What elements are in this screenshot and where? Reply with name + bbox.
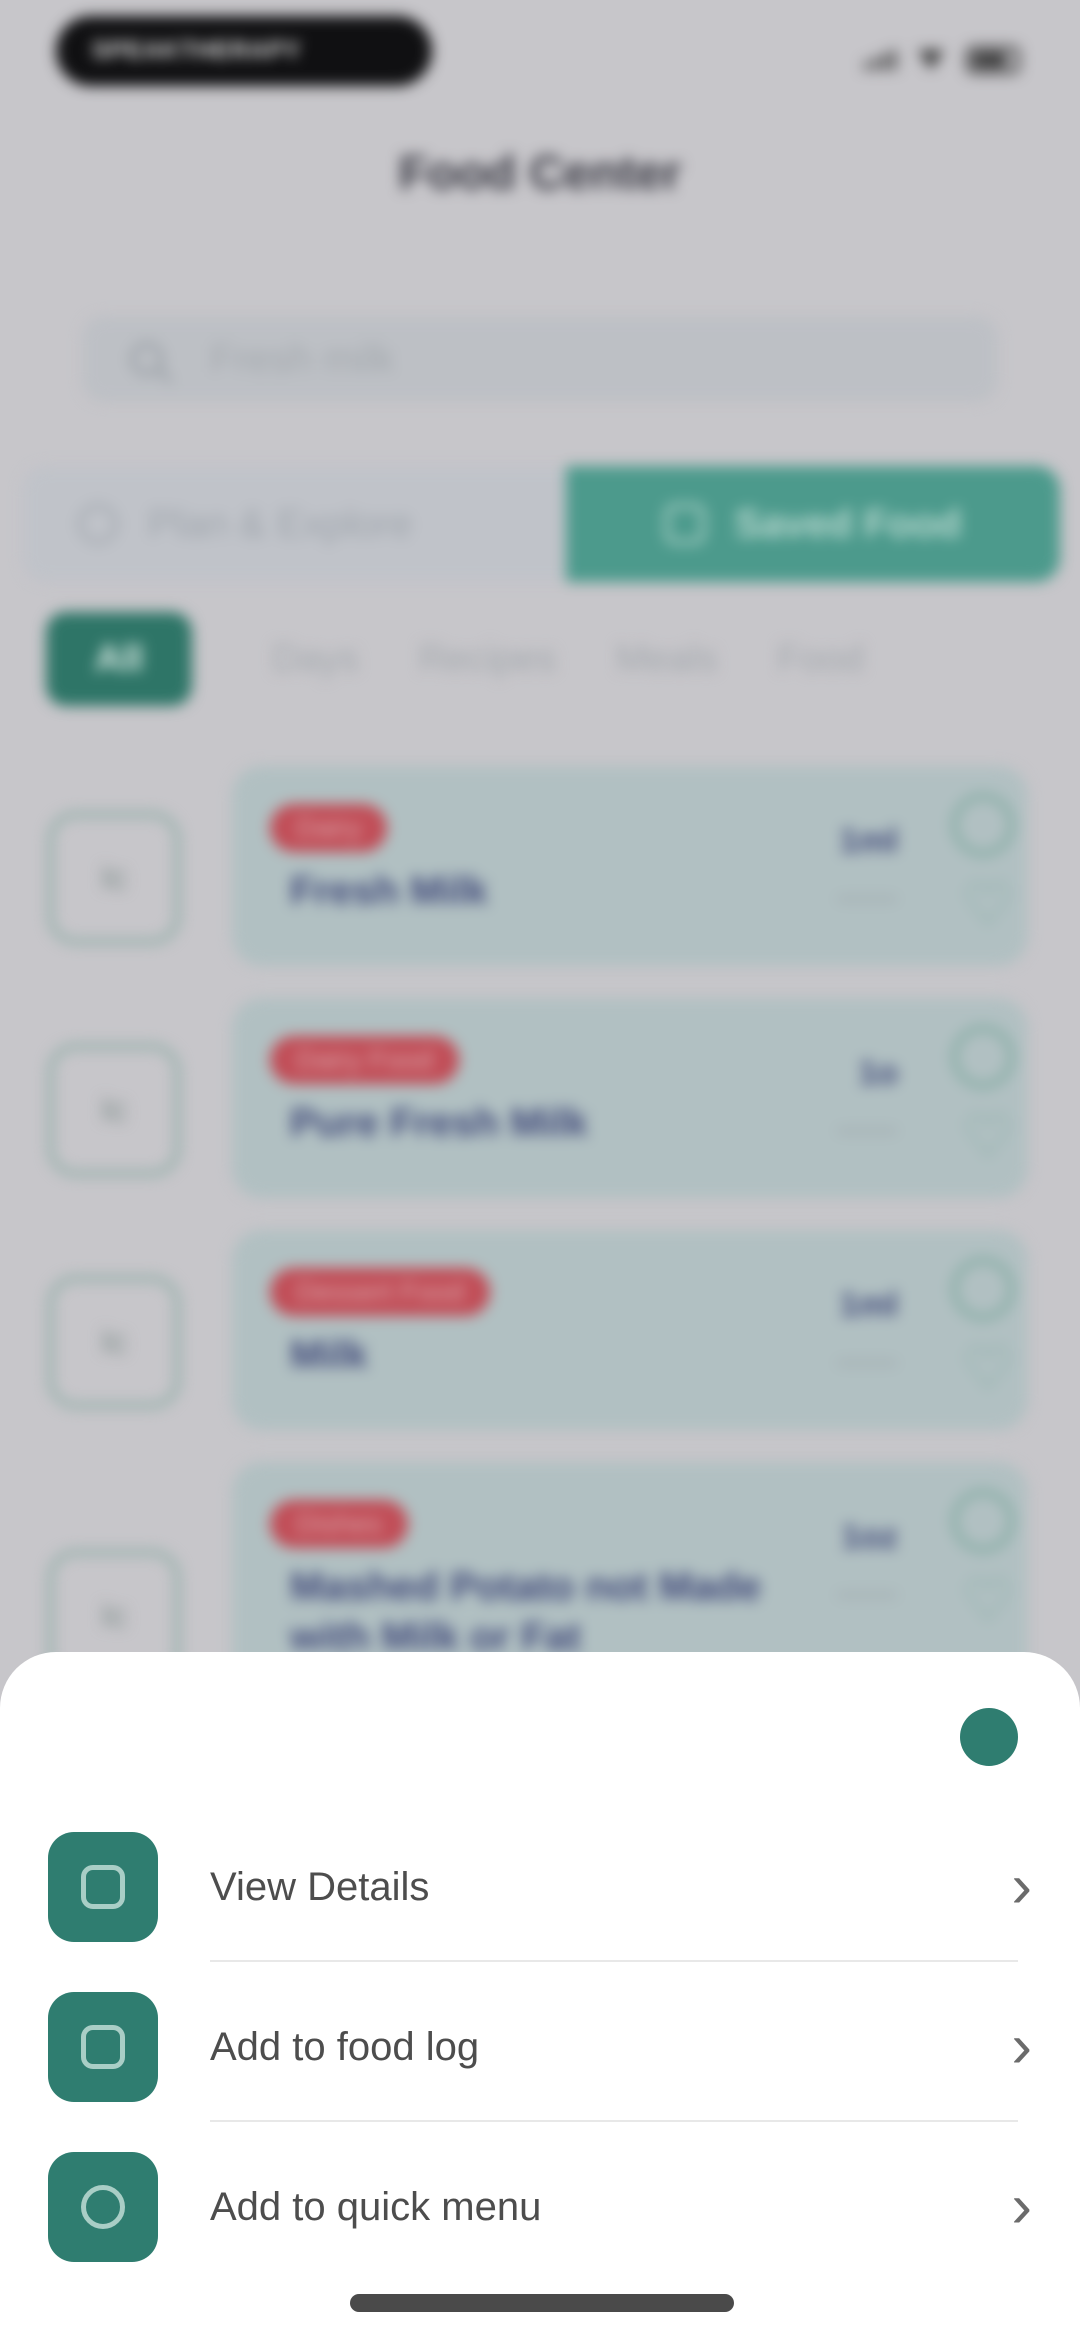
home-indicator[interactable] — [350, 2294, 734, 2312]
food-thumbnail: Ic — [48, 812, 180, 944]
battery-icon — [966, 46, 1020, 74]
tab-saved-food-label: Saved Food — [734, 501, 962, 546]
food-name: Milk — [290, 1333, 368, 1377]
filter-chips: All Days Recipes Meals Food — [46, 612, 924, 706]
details-icon — [48, 1832, 158, 1942]
tab-plan-explore[interactable]: Plan & Explore — [22, 466, 582, 582]
filter-chip-all[interactable]: All — [46, 612, 192, 706]
category-tag: Dishes — [270, 1500, 408, 1548]
chevron-right-icon: › — [1011, 2172, 1032, 2241]
filter-chip-food[interactable]: Food — [777, 612, 864, 706]
heart-icon[interactable]: ♡ — [962, 1108, 1014, 1166]
page-title: Food Center — [398, 147, 682, 200]
food-quantity: 1oz — [841, 1518, 898, 1556]
food-log-icon — [48, 1992, 158, 2102]
chevron-right-icon: › — [1011, 1852, 1032, 1921]
add-icon[interactable] — [952, 1026, 1014, 1088]
tab-plan-explore-label: Plan & Explore — [148, 501, 413, 546]
island-text: SPEAKTHERAPY — [92, 37, 302, 64]
food-quantity: 1o — [858, 1054, 898, 1092]
search-input[interactable]: Fresh milk — [82, 316, 998, 402]
chevron-right-icon: › — [1011, 2012, 1032, 2081]
filter-chip-recipes[interactable]: Recipes — [419, 612, 556, 706]
heart-icon[interactable]: ♡ — [962, 1340, 1014, 1398]
dynamic-island: SPEAKTHERAPY — [56, 16, 432, 86]
food-quantity: 1ml — [839, 1286, 898, 1324]
category-tag: Dairy — [270, 804, 388, 852]
category-tag: Dairy Food — [270, 1036, 459, 1084]
signal-icon — [864, 50, 896, 70]
food-name: Mashed Potato not Made with Milk or Fat — [290, 1565, 762, 1659]
wifi-icon — [918, 50, 944, 70]
divider — [836, 1592, 898, 1598]
add-food-log-item[interactable]: Add to food log › — [0, 1972, 1080, 2122]
add-icon[interactable] — [952, 794, 1014, 856]
explore-icon — [78, 504, 118, 544]
food-card[interactable]: Dairy Food Pure Fresh Milk 1o ♡ — [232, 998, 1028, 1198]
close-icon[interactable] — [960, 1708, 1018, 1766]
tab-saved-food[interactable]: Saved Food — [566, 466, 1060, 582]
food-thumbnail: Ic — [48, 1044, 180, 1176]
food-quantity: 1ml — [839, 822, 898, 860]
divider — [836, 896, 898, 902]
quick-menu-icon — [48, 2152, 158, 2262]
food-thumbnail: Ic — [48, 1276, 180, 1408]
menu-item-label: Add to food log — [210, 2024, 480, 2069]
action-sheet: View Details › Add to food log › Add to … — [0, 1652, 1080, 2336]
add-icon[interactable] — [952, 1490, 1014, 1552]
status-icons — [864, 46, 1020, 74]
divider — [836, 1360, 898, 1366]
divider — [210, 2120, 1018, 2122]
food-name: Pure Fresh Milk — [290, 1101, 588, 1145]
search-icon — [130, 342, 164, 376]
view-details-item[interactable]: View Details › — [0, 1812, 1080, 1962]
add-quick-menu-item[interactable]: Add to quick menu › — [0, 2132, 1080, 2282]
heart-icon[interactable]: ♡ — [962, 876, 1014, 934]
divider — [836, 1128, 898, 1134]
heart-icon[interactable]: ♡ — [962, 1572, 1014, 1630]
filter-chip-meals[interactable]: Meals — [616, 612, 717, 706]
food-card[interactable]: Dessert Food Milk 1ml ♡ — [232, 1230, 1028, 1430]
food-name: Fresh Milk — [290, 869, 488, 913]
divider — [210, 1960, 1018, 1962]
menu-item-label: Add to quick menu — [210, 2184, 542, 2229]
search-placeholder: Fresh milk — [210, 336, 395, 381]
food-card[interactable]: Dairy Fresh Milk 1ml ♡ — [232, 766, 1028, 966]
bookmark-icon — [664, 504, 705, 544]
category-tag: Dessert Food — [270, 1268, 491, 1316]
filter-chip-days[interactable]: Days — [272, 612, 359, 706]
menu-item-label: View Details — [210, 1864, 430, 1909]
add-icon[interactable] — [952, 1258, 1014, 1320]
